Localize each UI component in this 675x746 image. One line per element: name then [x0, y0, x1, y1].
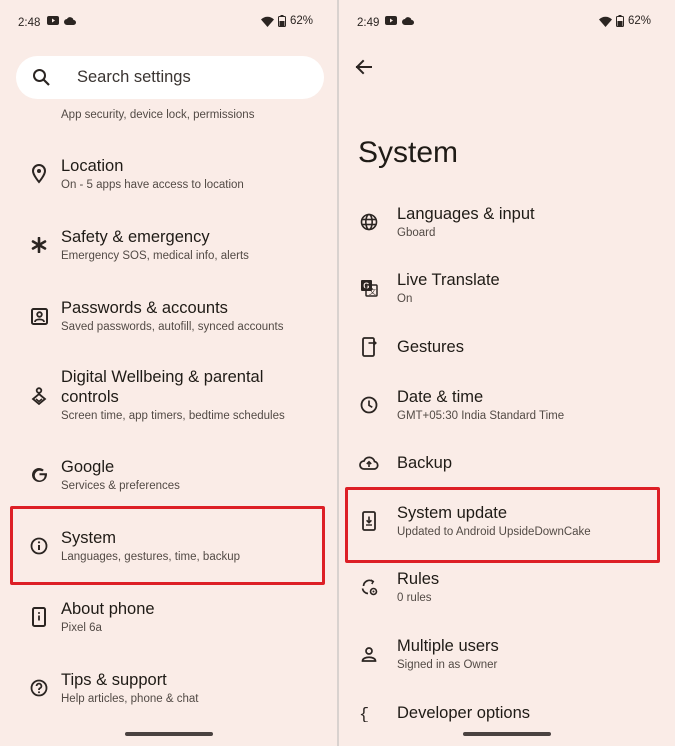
location-pin-icon: [28, 163, 50, 185]
gesture-nav-handle[interactable]: [463, 732, 551, 736]
status-bar: 2:49 62%: [339, 0, 675, 44]
item-title: Live Translate: [397, 271, 500, 289]
asterisk-icon: [28, 234, 50, 256]
status-right: 62%: [260, 15, 313, 27]
notification-icons: [385, 16, 414, 25]
item-subtitle: GMT+05:30 India Standard Time: [397, 410, 565, 422]
item-title: Multiple users: [397, 637, 499, 655]
item-subtitle: Gboard: [397, 227, 436, 239]
item-title-line2: controls: [61, 388, 119, 406]
gesture-phone-icon: [358, 336, 380, 358]
person-icon: [358, 643, 380, 665]
status-time: 2:49: [357, 17, 380, 29]
item-subtitle: Emergency SOS, medical info, alerts: [61, 250, 249, 262]
cloud-upload-icon: [358, 452, 380, 474]
system-screen: 2:49 62% System Languages & input Gboard…: [339, 0, 675, 746]
item-subtitle: Screen time, app timers, bedtime schedul…: [61, 410, 285, 422]
youtube-icon: [47, 16, 59, 25]
system-item-languages[interactable]: Languages & input Gboard: [339, 199, 675, 255]
highlight-box: [10, 506, 325, 585]
item-subtitle: Services & preferences: [61, 480, 180, 492]
system-item-gestures[interactable]: Gestures: [339, 332, 675, 372]
item-title: Tips & support: [61, 671, 167, 689]
item-subtitle: Pixel 6a: [61, 622, 102, 634]
gesture-nav-handle[interactable]: [125, 732, 213, 736]
item-subtitle: 0 rules: [397, 592, 432, 604]
help-icon: [28, 677, 50, 699]
settings-item-safety[interactable]: Safety & emergency Emergency SOS, medica…: [0, 221, 337, 277]
item-subtitle: Saved passwords, autofill, synced accoun…: [61, 321, 284, 333]
cloud-icon: [402, 16, 414, 25]
item-title: Gestures: [397, 338, 464, 356]
status-right: 62%: [598, 15, 651, 27]
item-subtitle: On: [397, 293, 413, 305]
notification-icons: [47, 16, 76, 25]
system-item-backup[interactable]: Backup: [339, 448, 675, 488]
battery-percent: 62%: [289, 15, 313, 27]
item-subtitle: Help articles, phone & chat: [61, 693, 199, 705]
item-title: Location: [61, 157, 124, 175]
search-bar[interactable]: Search settings: [16, 56, 324, 99]
battery-icon: [277, 15, 286, 27]
google-g-icon: [28, 464, 50, 486]
status-bar: 2:48 62%: [0, 0, 337, 44]
item-title: About phone: [61, 600, 155, 618]
item-title: Rules: [397, 570, 440, 588]
wellbeing-icon: [28, 385, 50, 407]
wifi-icon: [598, 16, 612, 27]
item-subtitle: On - 5 apps have access to location: [61, 179, 244, 191]
item-title-line1: Digital Wellbeing & parental: [61, 368, 264, 386]
item-title: Backup: [397, 454, 453, 472]
account-box-icon: [28, 305, 50, 327]
item-title: Date & time: [397, 388, 484, 406]
system-item-live-translate[interactable]: G文 Live Translate On: [339, 265, 675, 321]
rules-icon: [358, 576, 380, 598]
settings-item-digital-wellbeing[interactable]: Digital Wellbeing & parental controls Sc…: [0, 362, 337, 432]
youtube-icon: [385, 16, 397, 25]
battery-percent: 62%: [627, 15, 651, 27]
settings-item-security[interactable]: App security, device lock, permissions: [0, 106, 337, 126]
item-title: Passwords & accounts: [61, 299, 228, 317]
clock-icon: [358, 394, 380, 416]
settings-item-passwords[interactable]: Passwords & accounts Saved passwords, au…: [0, 292, 337, 348]
globe-icon: [358, 211, 380, 233]
system-item-multiple-users[interactable]: Multiple users Signed in as Owner: [339, 631, 675, 687]
cloud-icon: [64, 16, 76, 25]
phone-info-icon: [28, 606, 50, 628]
battery-icon: [615, 15, 624, 27]
settings-item-google[interactable]: Google Services & preferences: [0, 451, 337, 507]
svg-text:文: 文: [369, 287, 376, 296]
settings-screen: 2:48 62% Search settings App security, d…: [0, 0, 337, 746]
item-subtitle: App security, device lock, permissions: [61, 109, 255, 121]
svg-text:{ }: { }: [359, 706, 379, 722]
translate-icon: G文: [358, 277, 380, 299]
search-placeholder: Search settings: [77, 68, 191, 86]
item-title: Safety & emergency: [61, 228, 210, 246]
status-time: 2:48: [18, 17, 41, 29]
item-title: Developer options: [397, 704, 530, 722]
highlight-box: [345, 487, 660, 563]
settings-item-about-phone[interactable]: About phone Pixel 6a: [0, 593, 337, 649]
wifi-icon: [260, 16, 274, 27]
item-subtitle: Signed in as Owner: [397, 659, 498, 671]
braces-icon: { }: [358, 702, 380, 724]
item-title: Google: [61, 458, 115, 476]
item-title: Languages & input: [397, 205, 535, 223]
system-item-rules[interactable]: Rules 0 rules: [339, 564, 675, 620]
settings-item-location[interactable]: Location On - 5 apps have access to loca…: [0, 150, 337, 206]
search-icon: [33, 69, 50, 86]
system-item-date-time[interactable]: Date & time GMT+05:30 India Standard Tim…: [339, 382, 675, 438]
settings-item-tips-support[interactable]: Tips & support Help articles, phone & ch…: [0, 664, 337, 720]
page-title: System: [358, 136, 459, 169]
back-arrow-icon[interactable]: [353, 56, 375, 78]
